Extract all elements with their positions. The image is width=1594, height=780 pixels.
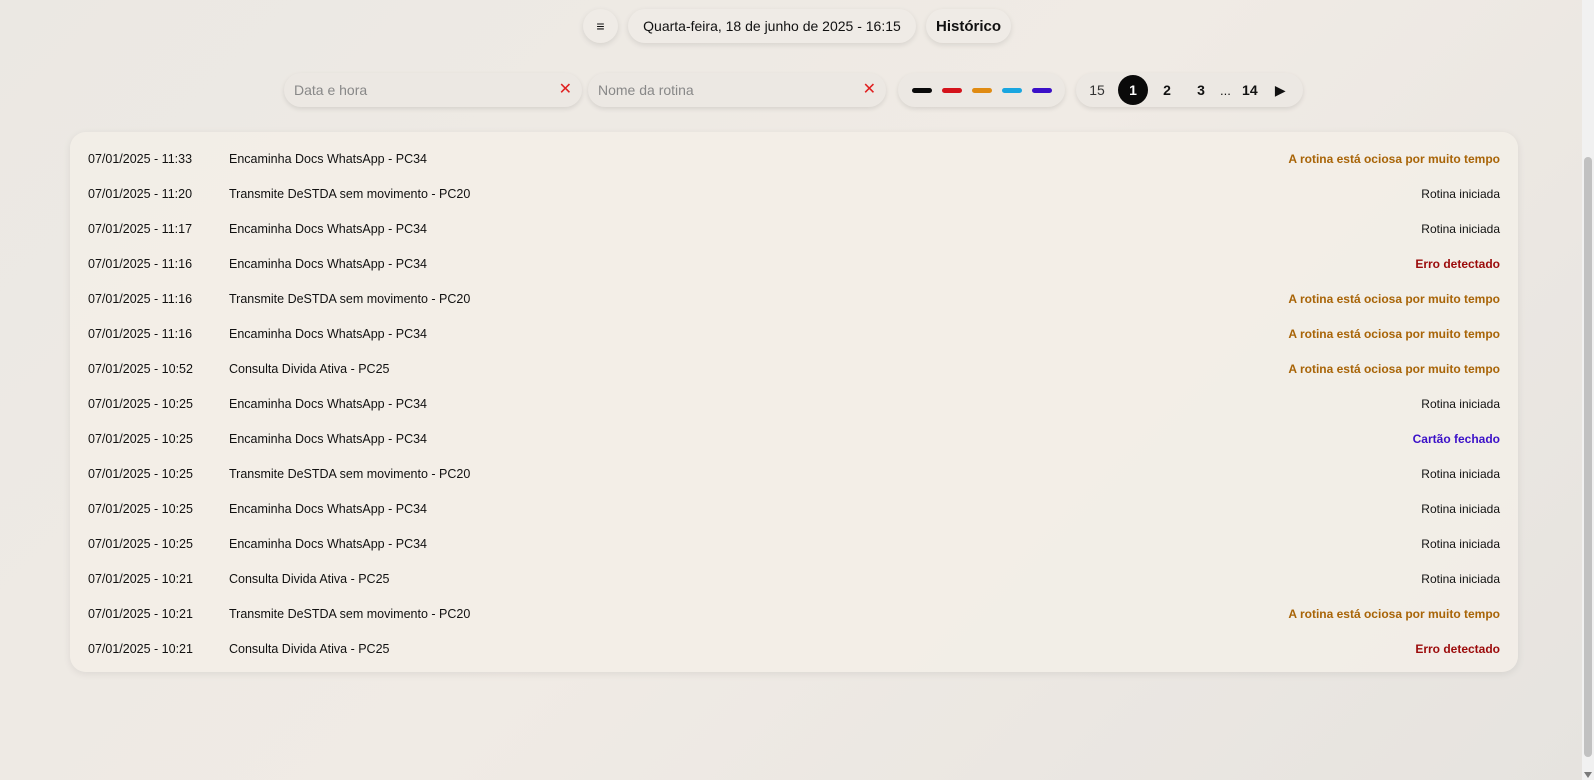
row-status: Rotina iniciada xyxy=(1421,466,1500,481)
table-row[interactable]: 07/01/2025 - 11:17 Encaminha Docs WhatsAp… xyxy=(70,211,1518,246)
color-swatch-1[interactable] xyxy=(941,87,962,93)
row-status: Rotina iniciada xyxy=(1421,221,1500,236)
date-filter: ✕ xyxy=(284,73,582,107)
row-datetime: 07/01/2025 - 11:16 xyxy=(88,256,193,271)
row-datetime: 07/01/2025 - 10:25 xyxy=(88,396,193,411)
row-status: Rotina iniciada xyxy=(1421,186,1500,201)
clear-routine-icon[interactable]: ✕ xyxy=(863,81,876,99)
table-row[interactable]: 07/01/2025 - 10:21 Transmite DeSTDA sem m… xyxy=(70,596,1518,631)
row-datetime: 07/01/2025 - 10:21 xyxy=(88,641,193,656)
pagination-ellipsis: ... xyxy=(1220,82,1231,98)
row-status: Rotina iniciada xyxy=(1421,396,1500,411)
row-routine-name: Consulta Divida Ativa - PC25 xyxy=(229,641,390,656)
routine-filter: ✕ xyxy=(588,73,886,107)
row-routine-name: Encaminha Docs WhatsApp - PC34 xyxy=(229,536,428,551)
row-status: Rotina iniciada xyxy=(1421,501,1500,516)
row-routine-name: Encaminha Docs WhatsApp - PC34 xyxy=(229,151,428,166)
table-row[interactable]: 07/01/2025 - 11:16 Transmite DeSTDA sem m… xyxy=(70,281,1518,316)
row-datetime: 07/01/2025 - 11:16 xyxy=(88,291,193,306)
row-datetime: 07/01/2025 - 11:20 xyxy=(88,186,193,201)
table-row[interactable]: 07/01/2025 - 10:25 Transmite DeSTDA sem m… xyxy=(70,456,1518,491)
next-page-icon[interactable]: ▶ xyxy=(1275,82,1286,99)
table-row[interactable]: 07/01/2025 - 11:16 Encaminha Docs WhatsAp… xyxy=(70,316,1518,351)
row-routine-name: Consulta Divida Ativa - PC25 xyxy=(229,361,390,376)
scroll-down-icon[interactable] xyxy=(1584,772,1592,778)
row-status: A rotina está ociosa por muito tempo xyxy=(1288,361,1500,376)
color-swatch-3[interactable] xyxy=(1001,87,1022,93)
row-datetime: 07/01/2025 - 11:33 xyxy=(88,151,193,166)
history-button[interactable]: Histórico xyxy=(926,9,1011,43)
row-datetime: 07/01/2025 - 10:21 xyxy=(88,606,193,621)
row-datetime: 07/01/2025 - 10:25 xyxy=(88,466,193,481)
row-routine-name: Encaminha Docs WhatsApp - PC34 xyxy=(229,501,428,516)
page-3-button[interactable]: 3 xyxy=(1186,75,1216,105)
table-row[interactable]: 07/01/2025 - 10:21 Consulta Divida Ativa … xyxy=(70,631,1518,666)
row-routine-name: Encaminha Docs WhatsApp - PC34 xyxy=(229,396,428,411)
date-filter-input[interactable] xyxy=(284,73,544,107)
color-swatch-2[interactable] xyxy=(971,87,992,93)
row-status: A rotina está ociosa por muito tempo xyxy=(1288,291,1500,306)
row-status: A rotina está ociosa por muito tempo xyxy=(1288,326,1500,341)
row-datetime: 07/01/2025 - 10:25 xyxy=(88,501,193,516)
row-datetime: 07/01/2025 - 10:21 xyxy=(88,571,193,586)
history-table: 07/01/2025 - 11:33 Encaminha Docs WhatsAp… xyxy=(70,132,1518,672)
page-1-button[interactable]: 1 xyxy=(1118,75,1148,105)
row-routine-name: Encaminha Docs WhatsApp - PC34 xyxy=(229,326,428,341)
row-status: A rotina está ociosa por muito tempo xyxy=(1288,151,1500,166)
row-status: Erro detectado xyxy=(1415,256,1500,271)
filter-bar: ✕ ✕ 15 1 2 3 ... 14 ▶ xyxy=(284,73,1303,107)
table-row[interactable]: 07/01/2025 - 10:21 Consulta Divida Ativa … xyxy=(70,561,1518,596)
per-page-selector[interactable]: 15 xyxy=(1078,82,1116,98)
row-routine-name: Encaminha Docs WhatsApp - PC34 xyxy=(229,221,428,236)
table-row[interactable]: 07/01/2025 - 10:25 Encaminha Docs WhatsAp… xyxy=(70,421,1518,456)
scrollbar[interactable] xyxy=(1582,0,1594,780)
pagination: 15 1 2 3 ... 14 ▶ xyxy=(1076,73,1303,107)
row-routine-name: Transmite DeSTDA sem movimento - PC20 xyxy=(229,186,471,201)
row-datetime: 07/01/2025 - 10:25 xyxy=(88,536,193,551)
datetime-label: Quarta-feira, 18 de junho de 2025 - 16:1… xyxy=(643,18,901,34)
page: ≡ Quarta-feira, 18 de junho de 2025 - 16… xyxy=(0,0,1594,780)
row-status: Rotina iniciada xyxy=(1421,571,1500,586)
row-datetime: 07/01/2025 - 11:16 xyxy=(88,326,193,341)
hamburger-icon: ≡ xyxy=(596,18,605,34)
top-bar: ≡ Quarta-feira, 18 de junho de 2025 - 16… xyxy=(583,9,1011,43)
row-status: Erro detectado xyxy=(1415,641,1500,656)
current-datetime: Quarta-feira, 18 de junho de 2025 - 16:1… xyxy=(628,9,916,43)
color-swatch-0[interactable] xyxy=(911,87,932,93)
table-row[interactable]: 07/01/2025 - 11:20 Transmite DeSTDA sem m… xyxy=(70,176,1518,211)
clear-date-icon[interactable]: ✕ xyxy=(559,81,572,99)
menu-button[interactable]: ≡ xyxy=(583,9,618,43)
row-datetime: 07/01/2025 - 11:17 xyxy=(88,221,193,236)
page-2-button[interactable]: 2 xyxy=(1152,75,1182,105)
history-label: Histórico xyxy=(935,17,1001,35)
row-routine-name: Encaminha Docs WhatsApp - PC34 xyxy=(229,431,428,446)
row-status: Cartão fechado xyxy=(1412,431,1500,446)
table-row[interactable]: 07/01/2025 - 10:25 Encaminha Docs WhatsAp… xyxy=(70,526,1518,561)
scrollbar-thumb[interactable] xyxy=(1584,157,1592,757)
table-row[interactable]: 07/01/2025 - 10:25 Encaminha Docs WhatsAp… xyxy=(70,386,1518,421)
row-status: A rotina está ociosa por muito tempo xyxy=(1288,606,1500,621)
table-row[interactable]: 07/01/2025 - 11:33 Encaminha Docs WhatsAp… xyxy=(70,141,1518,176)
page-last-button[interactable]: 14 xyxy=(1235,75,1265,105)
routine-filter-input[interactable] xyxy=(588,73,848,107)
row-routine-name: Consulta Divida Ativa - PC25 xyxy=(229,571,390,586)
table-row[interactable]: 07/01/2025 - 11:16 Encaminha Docs WhatsAp… xyxy=(70,246,1518,281)
row-routine-name: Encaminha Docs WhatsApp - PC34 xyxy=(229,256,428,271)
table-row[interactable]: 07/01/2025 - 10:52 Consulta Divida Ativa … xyxy=(70,351,1518,386)
row-status: Rotina iniciada xyxy=(1421,536,1500,551)
row-routine-name: Transmite DeSTDA sem movimento - PC20 xyxy=(229,291,471,306)
row-routine-name: Transmite DeSTDA sem movimento - PC20 xyxy=(229,466,471,481)
row-datetime: 07/01/2025 - 10:25 xyxy=(88,431,193,446)
color-filter xyxy=(898,73,1065,107)
color-swatch-4[interactable] xyxy=(1031,87,1052,93)
table-row[interactable]: 07/01/2025 - 10:25 Encaminha Docs WhatsAp… xyxy=(70,491,1518,526)
row-routine-name: Transmite DeSTDA sem movimento - PC20 xyxy=(229,606,471,621)
row-datetime: 07/01/2025 - 10:52 xyxy=(88,361,193,376)
